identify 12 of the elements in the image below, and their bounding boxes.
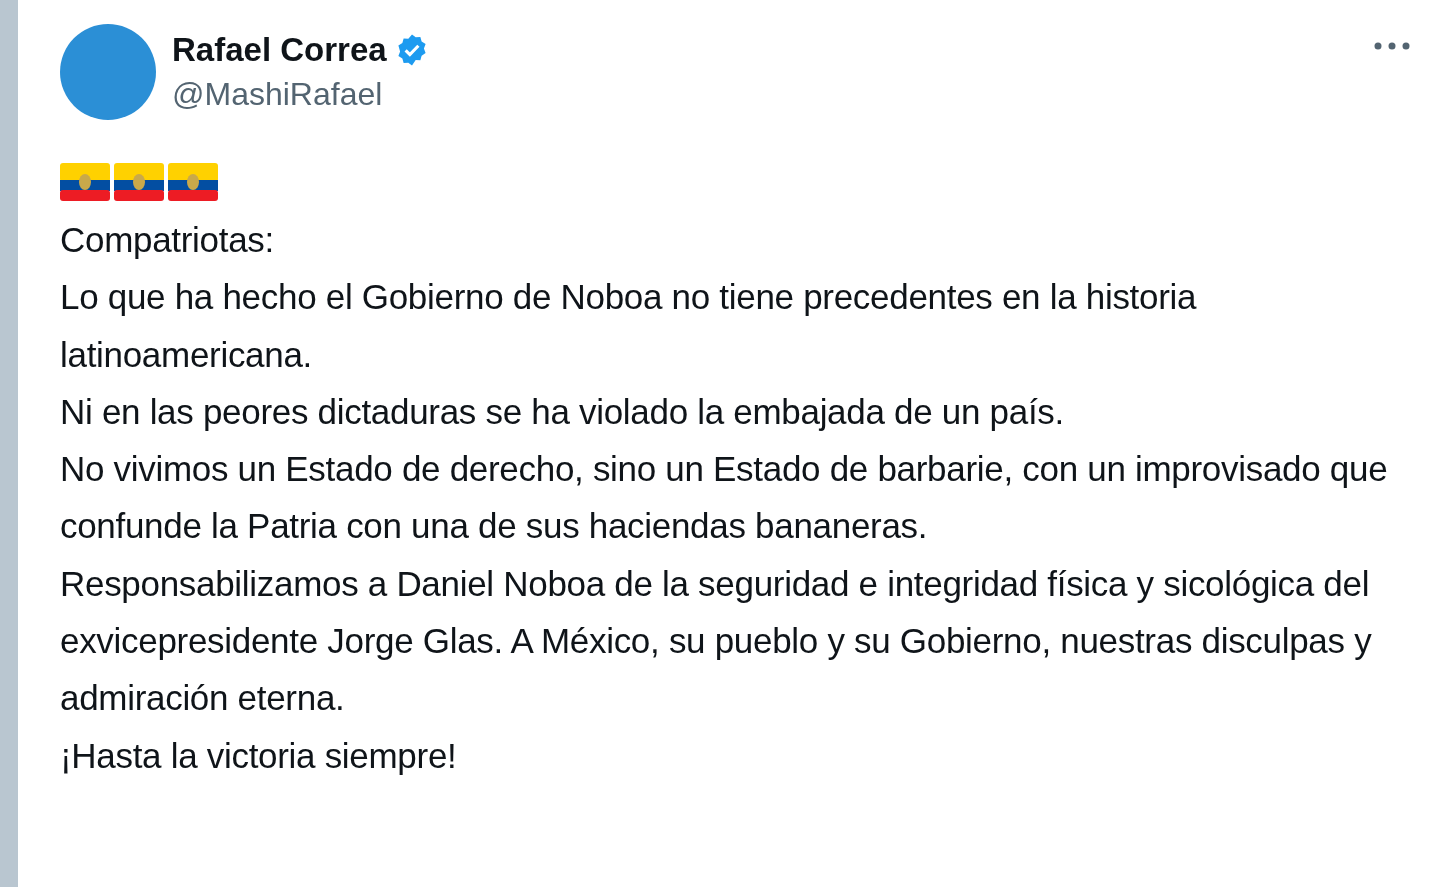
author-name[interactable]: Rafael Correa xyxy=(172,28,387,72)
post-text: ¡Hasta la victoria siempre! xyxy=(60,734,458,777)
post-text: Lo que ha hecho el Gobierno de Noboa no tiene precedentes en la historia latinoamericana. xyxy=(60,276,1198,376)
post-text: Compatriotas: xyxy=(60,219,275,261)
post-text: Responsabilizamos a Daniel Noboa de la seguridad e integridad física y sicológica del exvicepresidente Jorge Glas. A México, su pueblo y su Gobierno, nuestras disculpas y admiración eterna. xyxy=(60,562,1373,720)
flag-icon xyxy=(114,163,164,201)
author-handle[interactable]: @MashiRafael xyxy=(172,72,1374,116)
more-icon[interactable] xyxy=(1374,42,1410,50)
flag-icon xyxy=(168,163,218,201)
post-text: No vivimos un Estado de derecho, sino un Estado de barbarie, con un improvisado que confunde la Patria con una de sus haciendas bananeras. xyxy=(60,448,1389,548)
flag-icon xyxy=(60,163,110,201)
post-text: Ni en las peores dictaduras se ha violado la embajada de un país. xyxy=(60,390,1065,433)
